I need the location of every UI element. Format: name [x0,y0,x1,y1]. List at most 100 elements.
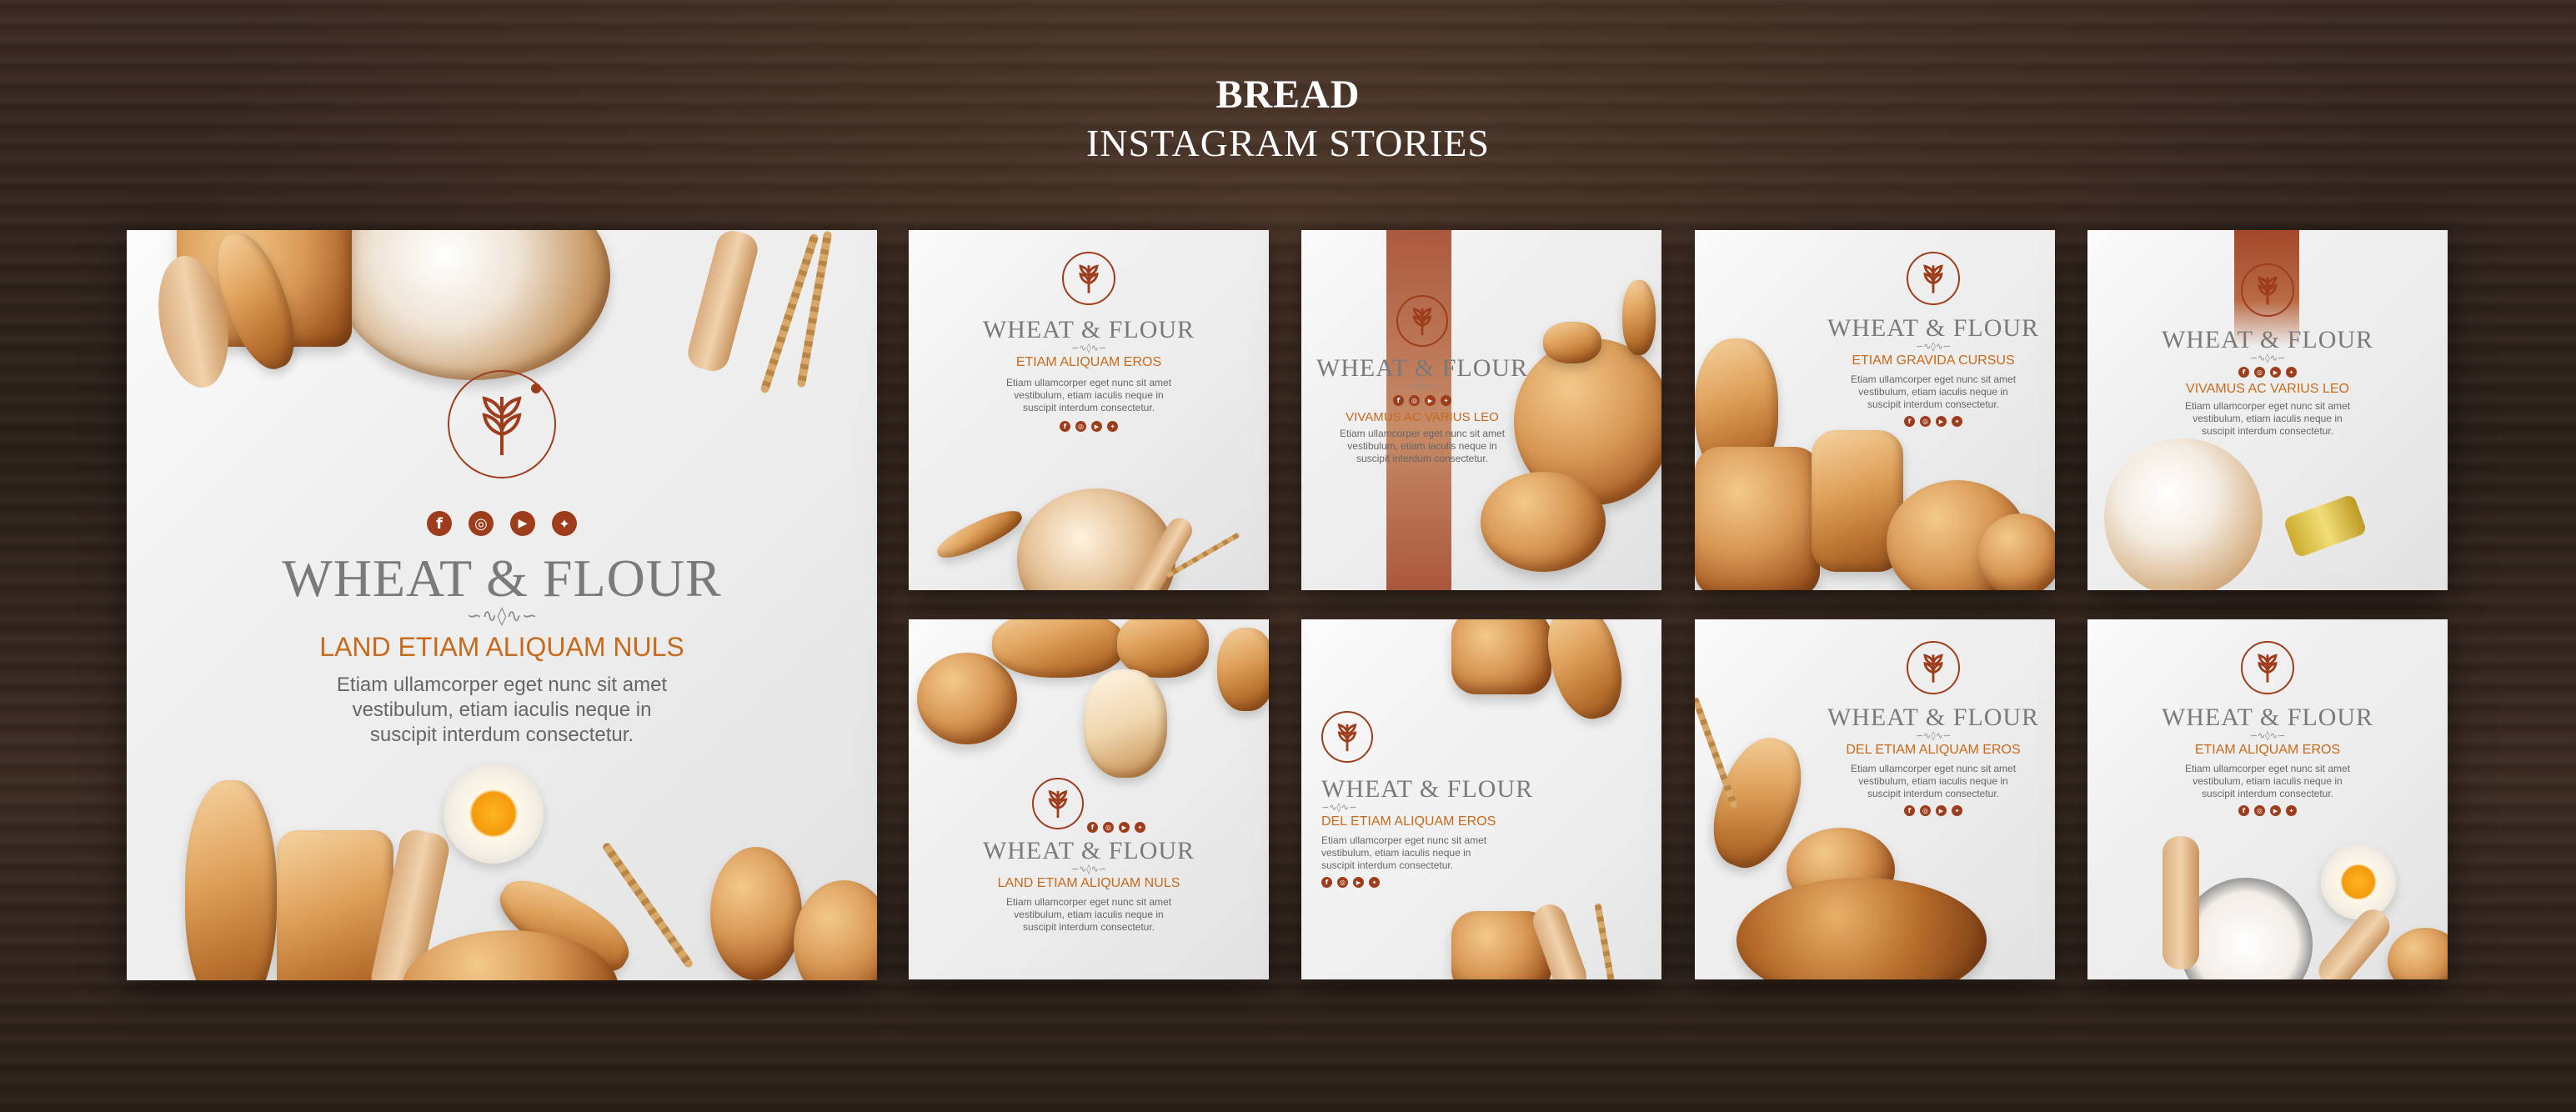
instagram-icon[interactable]: ◎ [1337,877,1348,888]
youtube-icon[interactable]: ▶ [510,511,535,536]
tagline: VIVAMUS AC VARIUS LEO [2186,382,2349,396]
card-content: WHEAT & FLOUR ∽∿◊∿∽ ETIAM ALIQUAM EROS E… [909,252,1269,433]
bread-photo [185,780,277,980]
social-icons: f ◎ ▶ ✦ [2238,367,2297,378]
instagram-icon[interactable]: ◎ [1409,395,1420,406]
brand-name: WHEAT & FLOUR [1316,354,1529,382]
facebook-icon[interactable]: f [427,511,452,536]
twitter-icon[interactable]: ✦ [2286,805,2297,816]
ornament-divider: ∽∿◊∿∽ [1070,864,1107,874]
body-text: Etiam ullamcorper eget nunc sit amet ves… [1850,763,2017,799]
flour-scoop [2163,836,2199,969]
page-title: BREAD [1215,73,1361,117]
brand-name: WHEAT & FLOUR [2161,704,2374,731]
bread-photo [1695,447,1820,590]
story-card[interactable]: WHEAT & FLOUR ∽∿◊∿∽ DEL ETIAM ALIQUAM ER… [1301,619,1661,979]
story-card[interactable]: WHEAT & FLOUR ∽∿◊∿∽ DEL ETIAM ALIQUAM ER… [1695,619,2055,979]
ornament-divider: ∽∿◊∿∽ [2249,353,2286,363]
body-text: Etiam ullamcorper eget nunc sit amet ves… [1005,377,1172,413]
social-icons: f ◎ ▶ ✦ [1393,395,1451,406]
card-content: WHEAT & FLOUR ∽∿◊∿∽ ETIAM GRAVIDA CURSUS… [1812,252,2055,428]
story-card[interactable]: WHEAT & FLOUR ∽∿◊∿∽ ETIAM ALIQUAM EROS E… [2087,619,2448,979]
twitter-icon[interactable]: ✦ [1952,416,1962,427]
bread-photo [1543,322,1601,363]
story-card[interactable]: WHEAT & FLOUR ∽∿◊∿∽ ETIAM GRAVIDA CURSUS… [1695,230,2055,590]
facebook-icon[interactable]: f [1393,395,1404,406]
bread-photo [2104,438,2263,590]
facebook-icon[interactable]: f [1904,416,1915,427]
ornament-divider: ∽∿◊∿∽ [466,606,538,627]
story-card[interactable]: WHEAT & FLOUR ∽∿◊∿∽ ETIAM ALIQUAM EROS E… [909,230,1269,590]
youtube-icon[interactable]: ▶ [1119,822,1130,833]
egg-bowl [444,764,544,864]
brand-name: WHEAT & FLOUR [1827,704,2040,731]
body-text: Etiam ullamcorper eget nunc sit amet ves… [1321,834,1487,871]
social-icons: f ◎ ▶ ✦ [1087,822,1145,833]
wheat-logo-icon [1396,295,1448,347]
youtube-icon[interactable]: ▶ [1353,877,1364,888]
story-card[interactable]: WHEAT & FLOUR ∽∿◊∿∽ f ◎ ▶ ✦ VIVAMUS AC V… [1301,230,1661,590]
facebook-icon[interactable]: f [1060,421,1070,432]
body-text: Etiam ullamcorper eget nunc sit amet ves… [2184,400,2351,437]
bread-photo [917,653,1017,744]
brand-name: WHEAT & FLOUR [2161,326,2374,353]
youtube-icon[interactable]: ▶ [2270,805,2281,816]
twitter-icon[interactable]: ✦ [1369,877,1380,888]
instagram-icon[interactable]: ◎ [1103,822,1114,833]
facebook-icon[interactable]: f [1904,805,1915,816]
social-icons: f ◎ ▶ ✦ [1060,421,1118,432]
body-text: Etiam ullamcorper eget nunc sit amet ves… [336,674,668,746]
bread-photo [1622,280,1656,355]
youtube-icon[interactable]: ▶ [1091,421,1102,432]
tagline: DEL ETIAM ALIQUAM EROS [1846,743,2021,757]
twitter-icon[interactable]: ✦ [1107,421,1118,432]
tagline: ETIAM ALIQUAM EROS [2194,743,2341,757]
tagline: LAND ETIAM ALIQUAM NULS [319,632,684,662]
brand-name: WHEAT & FLOUR [982,316,1195,343]
card-content: f ◎ ▶ ✦ WHEAT & FLOUR ∽∿◊∿∽ LAND ETIAM A… [909,778,1269,934]
facebook-icon[interactable]: f [1321,877,1332,888]
instagram-icon[interactable]: ◎ [1920,805,1931,816]
tagline: DEL ETIAM ALIQUAM EROS [1321,814,1496,829]
brand-name: WHEAT & FLOUR [1827,314,2040,342]
tagline: ETIAM ALIQUAM EROS [1015,355,1162,369]
instagram-icon[interactable]: ◎ [2254,805,2265,816]
wheat-logo-icon [1907,252,1960,305]
bread-photo [1451,619,1551,694]
story-card[interactable]: WHEAT & FLOUR ∽∿◊∿∽ f ◎ ▶ ✦ VIVAMUS AC V… [2087,230,2448,590]
youtube-icon[interactable]: ▶ [1936,805,1947,816]
social-icons: f ◎ ▶ ✦ [1904,416,1962,427]
instagram-icon[interactable]: ◎ [469,511,494,536]
ornament-divider: ∽∿◊∿∽ [2249,730,2286,741]
egg-bowl [2321,844,2396,919]
page-header: BREAD INSTAGRAM STORIES [0,72,2576,165]
instagram-icon[interactable]: ◎ [1075,421,1086,432]
wheat-logo-icon [1032,778,1084,829]
tagline: LAND ETIAM ALIQUAM NULS [997,876,1180,890]
facebook-icon[interactable]: f [1087,822,1098,833]
twitter-icon[interactable]: ✦ [2286,367,2297,378]
youtube-icon[interactable]: ▶ [2270,367,2281,378]
brand-name: WHEAT & FLOUR [982,837,1195,864]
youtube-icon[interactable]: ▶ [1425,395,1436,406]
card-content: WHEAT & FLOUR ∽∿◊∿∽ DEL ETIAM ALIQUAM ER… [1812,641,2055,817]
story-card-large[interactable]: f ◎ ▶ ✦ WHEAT & FLOUR ∽∿◊∿∽ LAND ETIAM A… [127,230,877,980]
youtube-icon[interactable]: ▶ [1936,416,1947,427]
brand-name: WHEAT & FLOUR [1321,775,1534,803]
ornament-divider: ∽∿◊∿∽ [1070,343,1107,353]
story-card[interactable]: f ◎ ▶ ✦ WHEAT & FLOUR ∽∿◊∿∽ LAND ETIAM A… [909,619,1269,979]
bread-photo [710,847,802,980]
bread-photo [1481,472,1606,572]
bread-photo [1217,628,1269,711]
body-text: Etiam ullamcorper eget nunc sit amet ves… [1339,428,1506,464]
facebook-icon[interactable]: f [2238,367,2249,378]
twitter-icon[interactable]: ✦ [1441,395,1451,406]
twitter-icon[interactable]: ✦ [1952,805,1962,816]
twitter-icon[interactable]: ✦ [552,511,577,536]
social-icons: f ◎ ▶ ✦ [427,511,577,536]
facebook-icon[interactable]: f [2238,805,2249,816]
body-text: Etiam ullamcorper eget nunc sit amet ves… [2184,763,2351,799]
instagram-icon[interactable]: ◎ [1920,416,1931,427]
instagram-icon[interactable]: ◎ [2254,367,2265,378]
twitter-icon[interactable]: ✦ [1135,822,1145,833]
